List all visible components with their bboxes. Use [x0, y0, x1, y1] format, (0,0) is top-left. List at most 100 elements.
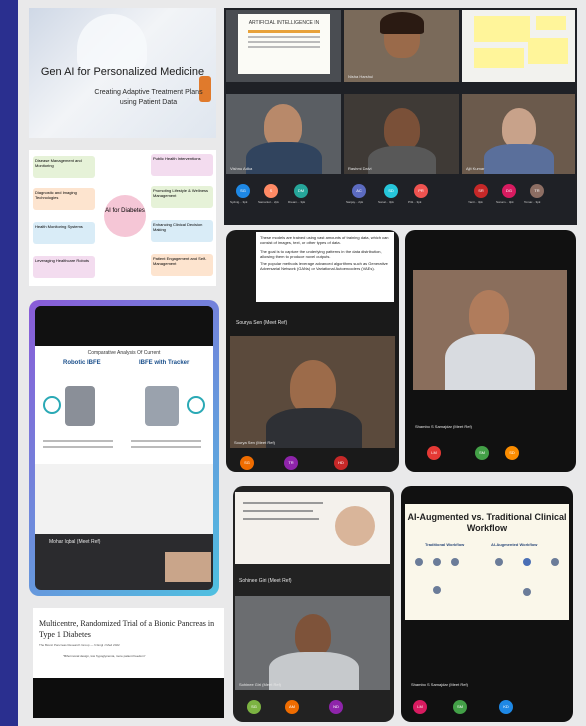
mindmap-node: Promoting Lifestyle & Wellness Managemen…	[151, 186, 213, 208]
participant-tile-slide[interactable]	[462, 10, 575, 82]
participant-avatar[interactable]: TR	[284, 456, 298, 470]
participant-avatar[interactable]: TR	[530, 184, 544, 198]
participant-label: Dream... 3pk	[288, 200, 306, 204]
check-icon	[187, 396, 205, 414]
ai-diabetes-mindmap: Disease Management and Monitoring Diagno…	[29, 150, 216, 286]
participant-label: Priti... 3pk	[408, 200, 422, 204]
slide-title: ARTIFICIAL INTELLIGENCE IN	[248, 20, 320, 26]
doctor-icon	[551, 558, 559, 566]
participant-tile[interactable]: Vishnu Adka	[226, 94, 341, 174]
tablet-presenter: These models are trained using vast amou…	[226, 230, 399, 472]
participant-avatar[interactable]: DG	[502, 184, 516, 198]
participant-label: Samantol... 2pk	[258, 200, 279, 204]
paper-slide: Multicentre, Randomized Trial of a Bioni…	[33, 608, 224, 718]
left-accent-strip	[0, 0, 18, 726]
participant-tile[interactable]: Sourya Sen (Meet Ref)	[230, 336, 395, 448]
tablet-speaker: Shambo S Samajdar (Meet Ref) LM SM SD	[405, 230, 576, 472]
participant-avatar[interactable]: SG	[247, 700, 261, 714]
device-image	[65, 386, 95, 426]
hero-slide: Gen AI for Personalized Medicine Creatin…	[29, 8, 216, 138]
participant-name: Rashmi Dalvi	[348, 166, 372, 171]
participant-name: Sourya Sen (Meet Ref)	[234, 440, 275, 445]
paper-meta: The Bionic Pancreas Research Group — N E…	[39, 643, 120, 647]
participant-avatar[interactable]: SD	[505, 446, 519, 460]
participant-avatar[interactable]: LM	[427, 446, 441, 460]
hero-subtitle: Creating Adaptive Treatment Plans using …	[94, 89, 203, 106]
presenter-name: Shambo S Samajdar (Meet Ref)	[411, 682, 468, 687]
participant-avatar[interactable]: S	[264, 184, 278, 198]
comparison-slide: Comparative Analysis Of Current Robotic …	[35, 346, 213, 464]
tablet-screen: Comparative Analysis Of Current Robotic …	[35, 306, 213, 590]
mindmap-node: Diagnostic and Imaging Technologies	[33, 188, 95, 210]
participant-label: Sanjay... 2pk	[346, 200, 364, 204]
mindmap-center: AI for Diabetes	[104, 195, 146, 237]
presenter-name: Mohar Iqbal (Meet Ref)	[49, 539, 101, 545]
mindmap-node: Patient Engagement and Self-Management	[151, 254, 213, 276]
diagnosis-icon	[433, 586, 441, 594]
workflow-slide: AI-Augmented vs. Traditional Clinical Wo…	[405, 504, 569, 620]
participant-name: Shambo S Samajdar (Meet Ref)	[415, 424, 472, 429]
participant-tile[interactable]: Rashmi Dalvi	[344, 94, 459, 174]
patient-icon	[415, 558, 423, 566]
column-heading: Robotic IBFE	[63, 360, 101, 366]
check-icon	[43, 396, 61, 414]
participant-label: Sydnig... 3pk	[230, 200, 248, 204]
participant-label: Yanir... 3pk	[468, 200, 483, 204]
shared-slide	[235, 492, 390, 564]
presenter-thumbnail[interactable]	[165, 552, 211, 582]
hero-title: Gen AI for Personalized Medicine	[40, 66, 205, 78]
column-heading: AI-Augmented Workflow	[491, 542, 538, 547]
mindmap-node: Enhancing Clinical Decision Making	[151, 220, 213, 242]
participant-avatar[interactable]: KD	[499, 700, 513, 714]
participant-avatar[interactable]: AM	[285, 700, 299, 714]
participant-avatar[interactable]: SM	[475, 446, 489, 460]
participant-avatar[interactable]: LM	[413, 700, 427, 714]
participant-avatar[interactable]: ND	[329, 700, 343, 714]
participant-avatar[interactable]: SG	[236, 184, 250, 198]
participant-name: Sohinee Giri (Meet Ref)	[239, 682, 282, 687]
participant-tile-slide[interactable]: ARTIFICIAL INTELLIGENCE IN	[226, 10, 341, 82]
participant-tile[interactable]: Nisha Harshul	[344, 10, 459, 82]
paper-title: Multicentre, Randomized Trial of a Bioni…	[39, 619, 215, 639]
participant-avatar[interactable]: SR	[474, 184, 488, 198]
participant-avatar[interactable]: HD	[334, 456, 348, 470]
presenter-name: Sohinee Giri (Meet Ref)	[239, 578, 292, 584]
lab-icon	[433, 558, 441, 566]
patient-icon	[495, 558, 503, 566]
protective-figure-image	[77, 14, 147, 70]
participant-avatar[interactable]: DM	[294, 184, 308, 198]
zoom-gallery-top: ARTIFICIAL INTELLIGENCE IN Nisha Harshul…	[224, 8, 577, 225]
participant-avatar[interactable]: SG	[240, 456, 254, 470]
doctor-icon	[451, 558, 459, 566]
participant-name: Vishnu Adka	[230, 166, 253, 171]
slide-line: These models are trained using vast amou…	[260, 235, 389, 245]
participant-avatar[interactable]: AC	[352, 184, 366, 198]
slide-title: Comparative Analysis Of Current	[87, 350, 161, 356]
participant-tile[interactable]	[413, 270, 567, 390]
device-image	[145, 386, 179, 426]
column-heading: IBFE with Tracker	[139, 360, 190, 366]
slide-line: The goal is to capture the underlying pa…	[260, 249, 382, 259]
mindmap-node: Health Monitoring Systems	[33, 222, 95, 244]
ai-engine-icon	[523, 558, 531, 566]
host-name: Sourya Sen (Meet Ref)	[236, 320, 288, 326]
mindmap-node: Leveraging Healthcare Robots	[33, 256, 95, 278]
participant-label: Sonal... 3pk	[378, 200, 394, 204]
tablet-comparison: Comparative Analysis Of Current Robotic …	[29, 300, 219, 596]
participant-avatar[interactable]: SM	[453, 700, 467, 714]
mindmap-node: Disease Management and Monitoring	[33, 156, 95, 178]
participant-label: Tomar... 3pk	[524, 200, 541, 204]
slide-line: The popular methods leverage advanced al…	[260, 261, 388, 271]
treatment-icon	[523, 588, 531, 596]
participant-avatar[interactable]: PR	[414, 184, 428, 198]
phone-presenter: Sohinee Giri (Meet Ref) Sohinee Giri (Me…	[233, 486, 394, 722]
shared-slide: ARTIFICIAL INTELLIGENCE IN	[238, 14, 330, 74]
participant-label: Sonam... 3pk	[496, 200, 514, 204]
participant-tile[interactable]: Ajit Kumar	[462, 94, 575, 174]
shared-slide: These models are trained using vast amou…	[256, 232, 394, 302]
mindmap-node: Public Health Interventions	[151, 154, 213, 176]
participant-tile[interactable]: Sohinee Giri (Meet Ref)	[235, 596, 390, 690]
slide-title: AI-Augmented vs. Traditional Clinical Wo…	[407, 512, 567, 533]
participant-avatar[interactable]: SD	[384, 184, 398, 198]
phone-workflow: AI-Augmented vs. Traditional Clinical Wo…	[401, 486, 573, 722]
